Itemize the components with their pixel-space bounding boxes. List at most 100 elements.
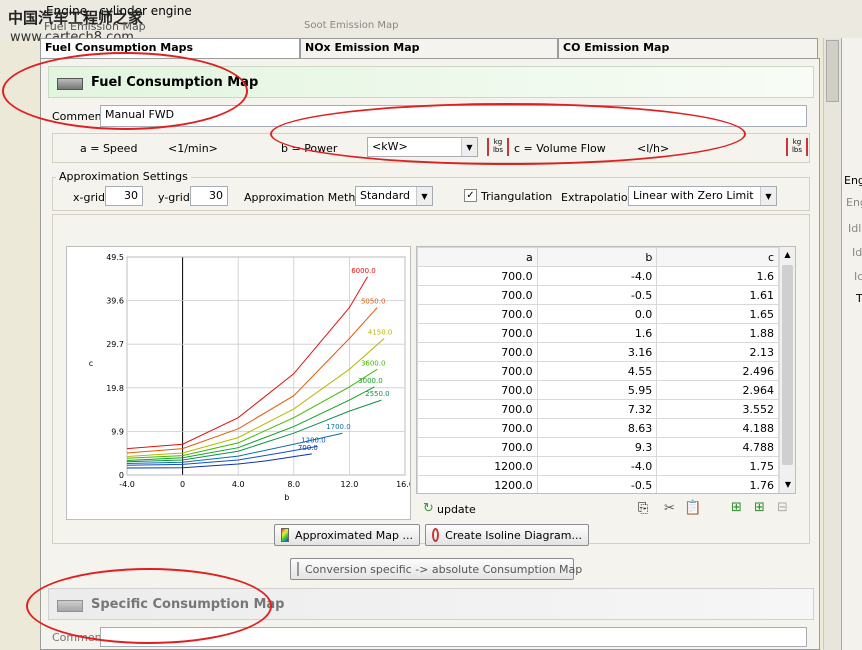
comment-input[interactable]: Manual FWD	[100, 105, 807, 127]
table-cell[interactable]: -0.5	[536, 285, 658, 305]
tab-co-emission[interactable]: CO Emission Map	[558, 38, 818, 58]
table-cell[interactable]: 700.0	[417, 342, 538, 362]
right-panel-item[interactable]: Idl	[848, 222, 861, 235]
method-select[interactable]: Standard ▼	[355, 186, 433, 206]
table-cell[interactable]: 9.3	[536, 437, 658, 457]
column-header-a[interactable]: a	[417, 247, 538, 267]
main-scrollbar[interactable]	[823, 38, 841, 650]
table-cell[interactable]: 1.6	[536, 323, 658, 343]
specific-comment-input[interactable]	[100, 627, 807, 647]
table-cell[interactable]: 1.88	[656, 323, 779, 343]
table-cell[interactable]: 1.61	[656, 285, 779, 305]
table-cell[interactable]: 1200.0	[417, 475, 538, 493]
xgrid-input[interactable]: 30	[105, 186, 143, 206]
table-cell[interactable]: 2.13	[656, 342, 779, 362]
append-row-icon[interactable]: ⊞	[754, 500, 765, 515]
table-cell[interactable]: 2.496	[656, 361, 779, 381]
x-tick-label: 16.0	[396, 480, 410, 489]
table-cell[interactable]: 4.188	[656, 418, 779, 438]
table-row[interactable]: 1200.0 -4.0 1.75	[417, 456, 779, 476]
y-tick-label: 49.5	[106, 253, 124, 262]
update-label[interactable]: update	[437, 503, 476, 516]
table-cell[interactable]: 4.788	[656, 437, 779, 457]
table-row[interactable]: 700.0 7.32 3.552	[417, 399, 779, 419]
delete-row-icon[interactable]: ⊟	[777, 500, 788, 515]
table-row[interactable]: 700.0 -4.0 1.6	[417, 266, 779, 286]
table-cell[interactable]: 700.0	[417, 266, 538, 286]
kg-lbs-icon[interactable]: kg lbs	[487, 138, 509, 156]
scroll-thumb[interactable]	[782, 265, 793, 465]
table-cell[interactable]: -4.0	[536, 456, 658, 476]
table-cell[interactable]: 1.75	[656, 456, 779, 476]
table-cell[interactable]: 3.552	[656, 399, 779, 419]
table-cell[interactable]: 1.65	[656, 304, 779, 324]
refresh-icon[interactable]: ↻	[423, 501, 434, 516]
table-row[interactable]: 700.0 4.55 2.496	[417, 361, 779, 381]
table-row[interactable]: 700.0 -0.5 1.61	[417, 285, 779, 305]
table-cell[interactable]: 2.964	[656, 380, 779, 400]
table-cell[interactable]: 1.6	[656, 266, 779, 286]
table-row[interactable]: 700.0 8.63 4.188	[417, 418, 779, 438]
conversion-button[interactable]: Conversion specific -> absolute Consumpt…	[290, 558, 582, 580]
chevron-down-icon[interactable]: ▼	[416, 187, 432, 205]
table-cell[interactable]: -4.0	[536, 266, 658, 286]
kg-lbs-icon-right[interactable]: kg lbs	[786, 138, 808, 156]
extrapolation-value: Linear with Zero Limit	[633, 189, 754, 202]
b-unit-select[interactable]: <kW> ▼	[367, 137, 478, 157]
table-scrollbar[interactable]: ▲ ▼	[779, 247, 795, 493]
copy-icon[interactable]: ⎘	[638, 501, 648, 516]
table-cell[interactable]: -0.5	[536, 475, 658, 493]
a-unit: <1/min>	[168, 142, 218, 155]
column-header-b[interactable]: b	[536, 247, 658, 267]
table-cell[interactable]: 700.0	[417, 380, 538, 400]
right-panel-item[interactable]: Idl	[852, 246, 862, 259]
extrapolation-select[interactable]: Linear with Zero Limit ▼	[628, 186, 777, 206]
series-label: 5050.0	[361, 298, 386, 306]
table-cell[interactable]: 8.63	[536, 418, 658, 438]
right-panel-item[interactable]: T	[856, 292, 862, 305]
triangulation-checkbox[interactable]: ✓	[464, 189, 477, 202]
main-scroll-thumb[interactable]	[826, 40, 839, 102]
ygrid-input[interactable]: 30	[190, 186, 228, 206]
approximated-map-button[interactable]: Approximated Map ...	[274, 524, 420, 546]
scroll-down-arrow-icon[interactable]: ▼	[780, 477, 795, 493]
table-cell[interactable]: 0.0	[536, 304, 658, 324]
specific-comment-label: Comment	[52, 631, 106, 644]
table-cell[interactable]: 700.0	[417, 437, 538, 457]
tab-fuel-emission[interactable]: Fuel Emission Map	[44, 20, 146, 33]
table-cell[interactable]: 700.0	[417, 418, 538, 438]
data-table[interactable]: a b c 700.0 -4.0 1.6 700.0 -0.5 1.61 700.0 0.0 1…	[417, 247, 779, 493]
table-cell[interactable]: 700.0	[417, 285, 538, 305]
scroll-up-arrow-icon[interactable]: ▲	[780, 247, 795, 263]
table-row[interactable]: 700.0 0.0 1.65	[417, 304, 779, 324]
column-header-c[interactable]: c	[656, 247, 779, 267]
table-cell[interactable]: 5.95	[536, 380, 658, 400]
cut-icon[interactable]: ✂	[664, 501, 675, 516]
table-cell[interactable]: 4.55	[536, 361, 658, 381]
table-cell[interactable]: 700.0	[417, 399, 538, 419]
table-cell[interactable]: 700.0	[417, 323, 538, 343]
table-cell[interactable]: 1200.0	[417, 456, 538, 476]
table-cell[interactable]: 3.16	[536, 342, 658, 362]
table-row[interactable]: 700.0 5.95 2.964	[417, 380, 779, 400]
tab-nox-emission[interactable]: NOx Emission Map	[300, 38, 558, 58]
right-panel-item[interactable]: Engi	[846, 196, 862, 209]
table-row[interactable]: 700.0 9.3 4.788	[417, 437, 779, 457]
create-isoline-button[interactable]: Create Isoline Diagram...	[425, 524, 589, 546]
right-panel-item[interactable]: Engi	[844, 174, 862, 187]
chevron-down-icon[interactable]: ▼	[461, 138, 477, 156]
map-icon	[57, 600, 83, 612]
table-row[interactable]: 700.0 1.6 1.88	[417, 323, 779, 343]
table-cell[interactable]: 700.0	[417, 361, 538, 381]
right-panel-item[interactable]: Ic	[854, 270, 862, 283]
insert-row-icon[interactable]: ⊞	[731, 500, 742, 515]
tab-fuel-consumption[interactable]: Fuel Consumption Maps	[40, 38, 300, 58]
table-cell[interactable]: 7.32	[536, 399, 658, 419]
table-cell[interactable]: 700.0	[417, 304, 538, 324]
paste-icon[interactable]: 📋	[684, 500, 701, 516]
table-row[interactable]: 1200.0 -0.5 1.76	[417, 475, 779, 493]
table-row[interactable]: 700.0 3.16 2.13	[417, 342, 779, 362]
table-cell[interactable]: 1.76	[656, 475, 779, 493]
chevron-down-icon[interactable]: ▼	[760, 187, 776, 205]
tab-soot-emission[interactable]: Soot Emission Map	[304, 20, 398, 31]
